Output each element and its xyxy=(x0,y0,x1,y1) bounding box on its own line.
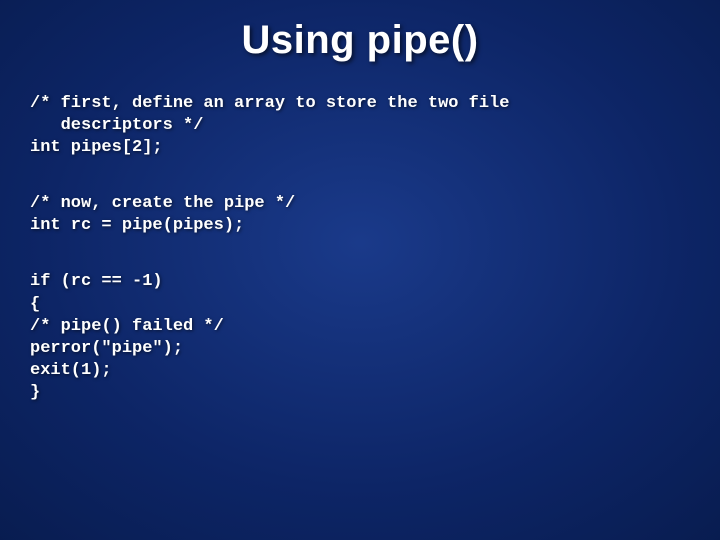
slide-title: Using pipe() xyxy=(30,18,690,63)
code-block-3: if (rc == -1) { /* pipe() failed */ perr… xyxy=(30,271,690,404)
slide: Using pipe() /* first, define an array t… xyxy=(0,0,720,540)
code-block-2: /* now, create the pipe */ int rc = pipe… xyxy=(30,193,690,237)
code-block-1: /* first, define an array to store the t… xyxy=(30,93,690,159)
